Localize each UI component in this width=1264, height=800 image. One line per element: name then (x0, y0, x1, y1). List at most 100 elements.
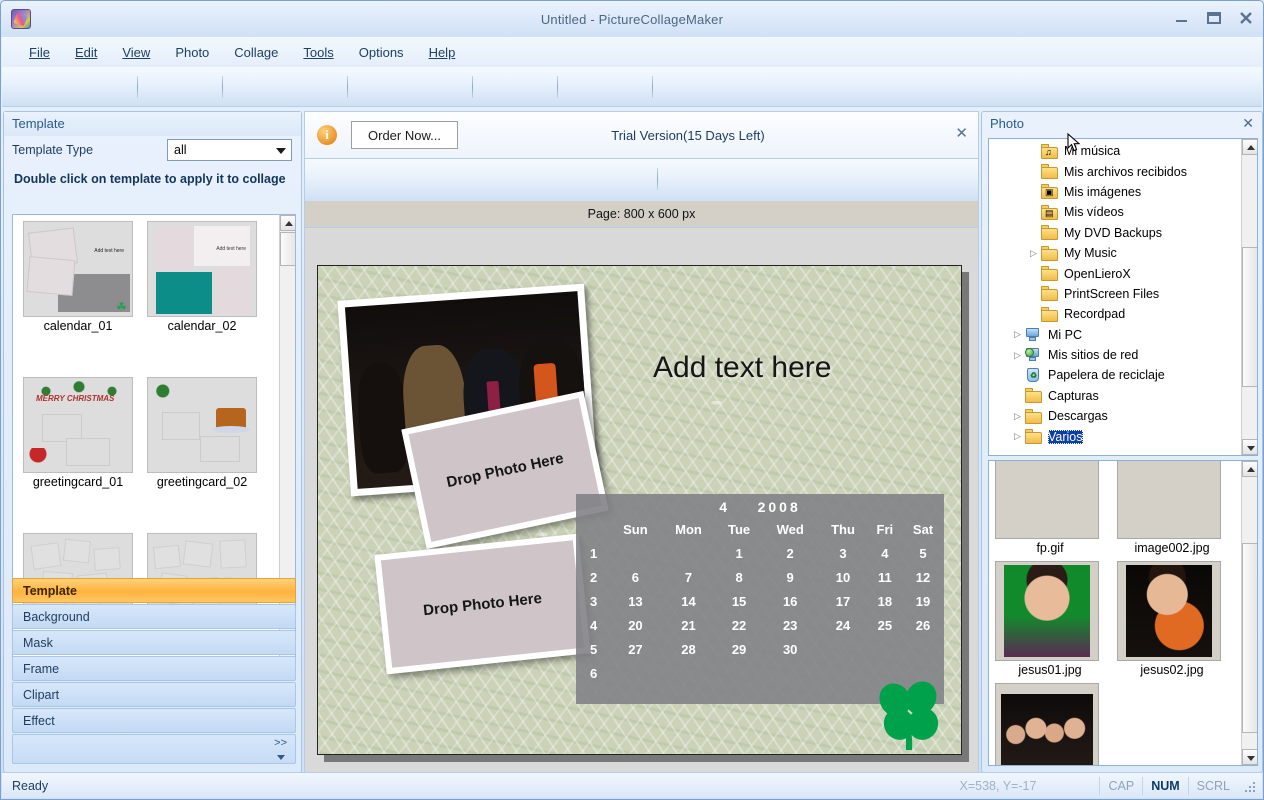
sidebar-item-background[interactable]: Background (12, 604, 296, 629)
menu-edit[interactable]: Edit (64, 41, 108, 64)
scroll-down-button[interactable] (1242, 749, 1257, 765)
tree-item[interactable]: ▷ My Music (989, 243, 1243, 263)
tree-item[interactable]: ▣ Mis imágenes (989, 182, 1243, 202)
template-thumbnail[interactable]: Add text here calendar_02 (147, 221, 257, 375)
scroll-up-button[interactable] (1242, 139, 1257, 155)
calendar-row: 2 6 7 8 9 10 11 12 (576, 565, 944, 589)
canvas-text-item[interactable]: Add text here (653, 351, 831, 385)
calendar-cell (610, 661, 661, 685)
tree-item-label: Mis imágenes (1064, 184, 1142, 199)
main-toolbar[interactable] (2, 67, 1262, 107)
photo-list-scrollbar[interactable] (1241, 461, 1257, 765)
folder-videos-icon: ▤ (1040, 204, 1059, 220)
expand-arrow-icon[interactable]: ▷ (1011, 350, 1024, 361)
scroll-up-button[interactable] (280, 215, 295, 231)
menu-photo[interactable]: Photo (164, 41, 220, 64)
minimize-button[interactable] (1173, 9, 1191, 27)
canvas-workspace[interactable]: Drop Photo Here Drop Photo Here Add text… (304, 227, 979, 773)
scroll-up-button[interactable] (1242, 461, 1257, 477)
photo-item[interactable]: xhw110b6yspw3... (995, 683, 1105, 765)
template-thumbnail[interactable]: MERRY CHRISTMAS greetingcard_01 (23, 377, 133, 531)
menu-bar: File Edit View Photo Collage Tools Optio… (2, 37, 1262, 67)
photo-thumbnail (1117, 461, 1221, 539)
folder-tree[interactable]: ♫ Mi música Mis archivos recibidos ▣ Mis imá… (988, 138, 1258, 456)
calendar-week-number: 3 (590, 593, 598, 609)
calendar-cell: 12 (915, 569, 931, 585)
expand-arrow-icon[interactable]: ▷ (1011, 411, 1024, 422)
trial-message: Trial Version(15 Days Left) (611, 127, 765, 143)
tree-item[interactable]: ▷ Mis sitios de red (989, 345, 1243, 365)
photo-item[interactable]: image002.jpg (1117, 461, 1227, 561)
window-title: Untitled - PictureCollageMaker (540, 11, 724, 27)
tree-item[interactable]: Capturas (989, 386, 1243, 406)
calendar-cell: 22 (731, 617, 747, 633)
template-thumbnail[interactable]: greetingcard_02 (147, 377, 257, 531)
calendar-cell: 17 (835, 593, 851, 609)
calendar-cell: 21 (681, 617, 696, 633)
tree-item[interactable]: Mis archivos recibidos (989, 161, 1243, 181)
sidebar-item-label: Frame (23, 661, 60, 676)
menu-options[interactable]: Options (348, 41, 415, 64)
template-type-value: all (174, 143, 187, 157)
status-message: Ready (12, 778, 49, 793)
expand-arrow-icon[interactable]: ▷ (1011, 329, 1024, 340)
close-icon[interactable]: ✕ (955, 124, 968, 142)
close-icon[interactable]: ✕ (1242, 115, 1254, 132)
expand-arrow-icon[interactable]: ▷ (1027, 248, 1040, 259)
sidebar-item-template[interactable]: Template (12, 578, 296, 603)
sidebar-item-frame[interactable]: Frame (12, 656, 296, 681)
scroll-down-button[interactable] (1242, 439, 1257, 455)
tree-item[interactable]: ▷ Mi PC (989, 325, 1243, 345)
sidebar-item-clipart[interactable]: Clipart (12, 682, 296, 707)
tree-item[interactable]: OpenLieroX (989, 263, 1243, 283)
scrollbar-thumb[interactable] (1242, 543, 1257, 733)
calendar-table: Sun Mon Tue Wed Thu Fri Sat 1 1 2 3 4 5 … (576, 517, 944, 685)
template-thumbnail[interactable]: Add text here ☘ calendar_01 (23, 221, 133, 375)
template-preview-greetingcard-02 (147, 377, 257, 473)
photo-item[interactable]: jesus01.jpg (995, 561, 1105, 683)
tree-item[interactable]: My DVD Backups (989, 223, 1243, 243)
menu-file[interactable]: File (18, 41, 61, 64)
order-now-button[interactable]: Order Now... (351, 121, 458, 149)
tree-item[interactable]: ♫ Mi música (989, 141, 1243, 161)
template-type-select[interactable]: all (167, 139, 292, 161)
folder-icon (1024, 429, 1043, 445)
scrollbar-thumb[interactable] (280, 232, 295, 266)
calendar-cell: 16 (782, 593, 798, 609)
calendar-cell: 7 (684, 569, 693, 585)
collage-canvas[interactable]: Drop Photo Here Drop Photo Here Add text… (317, 265, 962, 755)
calendar-year: 2008 (757, 499, 801, 515)
calendar-cell: 19 (915, 593, 931, 609)
menu-help[interactable]: Help (418, 41, 467, 64)
clover-clipart-icon[interactable] (869, 674, 947, 750)
photo-panel-title: Photo (990, 116, 1024, 131)
folder-tree-scrollbar[interactable] (1241, 139, 1257, 455)
photo-thumbnail-list[interactable]: fp.gif image002.jpg jesus01.jpg jesus02.… (988, 460, 1258, 766)
photo-item[interactable]: fp.gif (995, 461, 1105, 561)
tree-item[interactable]: ♻ Papelera de reciclaje (989, 365, 1243, 385)
tree-item[interactable]: ▷ Varios (989, 426, 1243, 446)
sidebar-item-mask[interactable]: Mask (12, 630, 296, 655)
sidebar-expand-button[interactable]: >> (12, 734, 296, 764)
drop-photo-placeholder-2[interactable]: Drop Photo Here (374, 533, 591, 675)
tree-item[interactable]: PrintScreen Files (989, 284, 1243, 304)
expand-arrow-icon[interactable]: ▷ (1011, 431, 1024, 442)
menu-tools[interactable]: Tools (292, 41, 344, 64)
sidebar-item-label: Background (23, 609, 90, 624)
resize-grip-icon[interactable] (1244, 779, 1258, 793)
scrollbar-thumb[interactable] (1242, 247, 1257, 387)
tree-item-label: My Music (1064, 246, 1117, 261)
menu-view[interactable]: View (111, 41, 161, 64)
photo-item[interactable]: jesus02.jpg (1117, 561, 1227, 683)
toolbar-separator (347, 76, 348, 98)
canvas-calendar-item[interactable]: 4 2008 Sun Mon Tue Wed Thu Fri Sat 1 1 2… (576, 494, 944, 704)
menu-collage[interactable]: Collage (223, 41, 289, 64)
maximize-button[interactable] (1205, 9, 1223, 27)
tree-item[interactable]: ▷ Descargas (989, 406, 1243, 426)
sidebar-item-effect[interactable]: Effect (12, 708, 296, 733)
close-button[interactable] (1237, 9, 1255, 27)
tree-item[interactable]: Recordpad (989, 304, 1243, 324)
secondary-toolbar[interactable] (304, 159, 979, 201)
mouse-cursor-icon (1067, 132, 1081, 156)
tree-item[interactable]: ▤ Mis vídeos (989, 202, 1243, 222)
